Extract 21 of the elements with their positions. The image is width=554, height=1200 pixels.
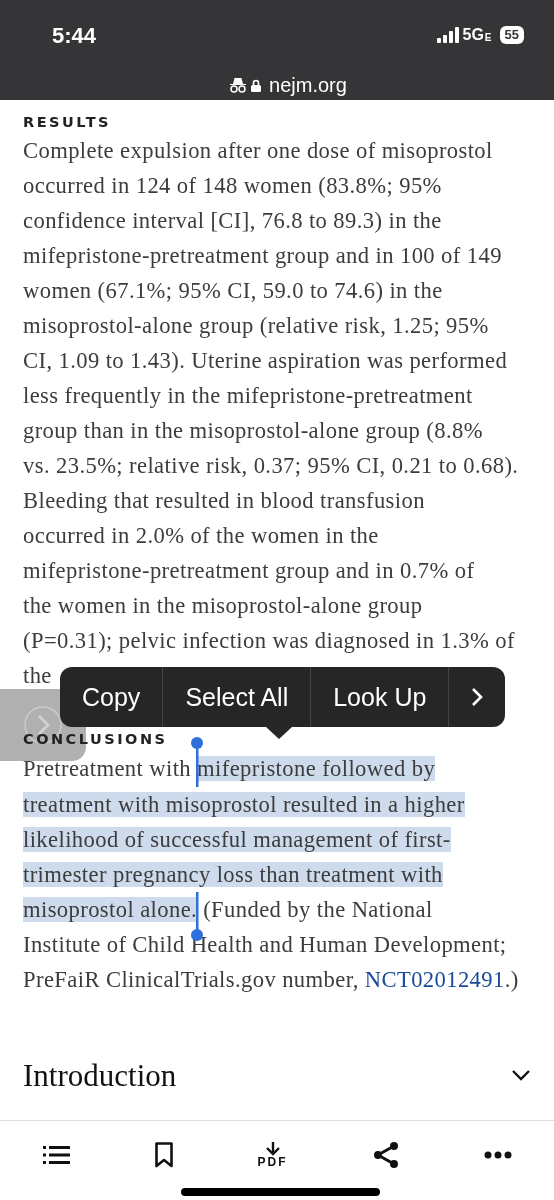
signal-icon (436, 27, 459, 43)
network-type: 5G (462, 25, 484, 45)
chevron-right-icon (471, 687, 484, 708)
menu-item[interactable]: Look Up (311, 667, 449, 728)
section-title[interactable]: Introduction (23, 1056, 177, 1094)
trial-link[interactable]: NCT02012491 (364, 966, 505, 992)
section-heading: RESULTS (23, 114, 111, 132)
battery-level: 55 (499, 26, 524, 44)
pdf-download-button[interactable]: PDF (257, 1142, 288, 1168)
address-domain[interactable]: nejm.org (269, 70, 347, 100)
menu-item[interactable]: Copy (60, 667, 163, 728)
network-suffix: E (484, 30, 492, 45)
download-icon (264, 1142, 281, 1156)
more-icon[interactable] (483, 1151, 512, 1159)
share-icon[interactable] (372, 1142, 399, 1168)
menu-item[interactable]: Select All (163, 667, 311, 728)
chevron-down-icon[interactable] (511, 1069, 531, 1082)
section-heading: CONCLUSIONS (23, 731, 168, 749)
clock-time: 5:44 (52, 21, 97, 50)
bookmark-icon[interactable] (154, 1142, 173, 1168)
list-icon[interactable] (42, 1145, 70, 1165)
